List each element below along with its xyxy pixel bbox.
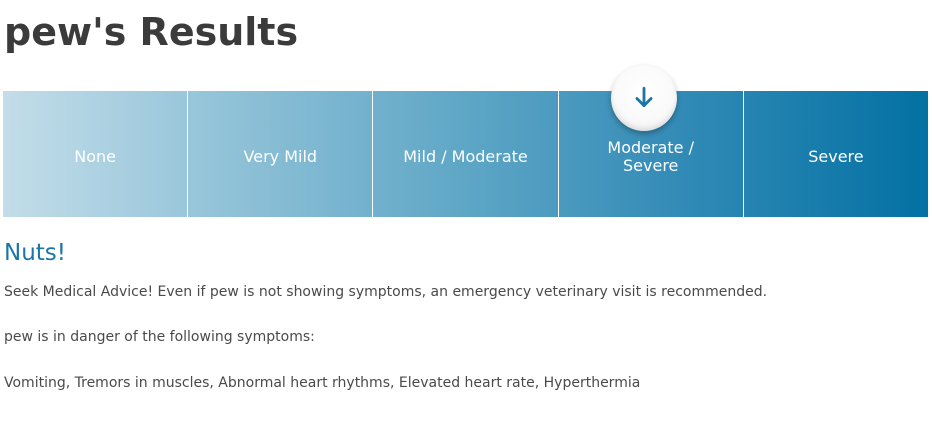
severity-level-label: None xyxy=(74,147,116,166)
severity-level-label: Moderate / Severe xyxy=(607,138,694,175)
severity-scale: None Very Mild Mild / Moderate Moderate … xyxy=(3,91,928,217)
medical-advice-text: Seek Medical Advice! Even if pew is not … xyxy=(4,284,768,300)
severity-level-label: Severe xyxy=(808,147,864,166)
result-heading: Nuts! xyxy=(4,240,67,266)
severity-level-label: Very Mild xyxy=(243,147,318,166)
severity-level-severe: Severe xyxy=(744,91,928,217)
severity-level-very-mild: Very Mild xyxy=(188,91,374,217)
arrow-down-icon xyxy=(635,86,653,107)
severity-level-label: Mild / Moderate xyxy=(403,147,528,166)
symptoms-intro-text: pew is in danger of the following sympto… xyxy=(4,329,315,345)
severity-marker xyxy=(611,65,677,131)
severity-level-none: None xyxy=(3,91,189,217)
severity-level-mild-moderate: Mild / Moderate xyxy=(373,91,559,217)
page-title: pew's Results xyxy=(4,10,299,54)
results-page: pew's Results None Very Mild Mild / Mode… xyxy=(0,0,932,422)
symptoms-list-text: Vomiting, Tremors in muscles, Abnormal h… xyxy=(4,375,641,391)
